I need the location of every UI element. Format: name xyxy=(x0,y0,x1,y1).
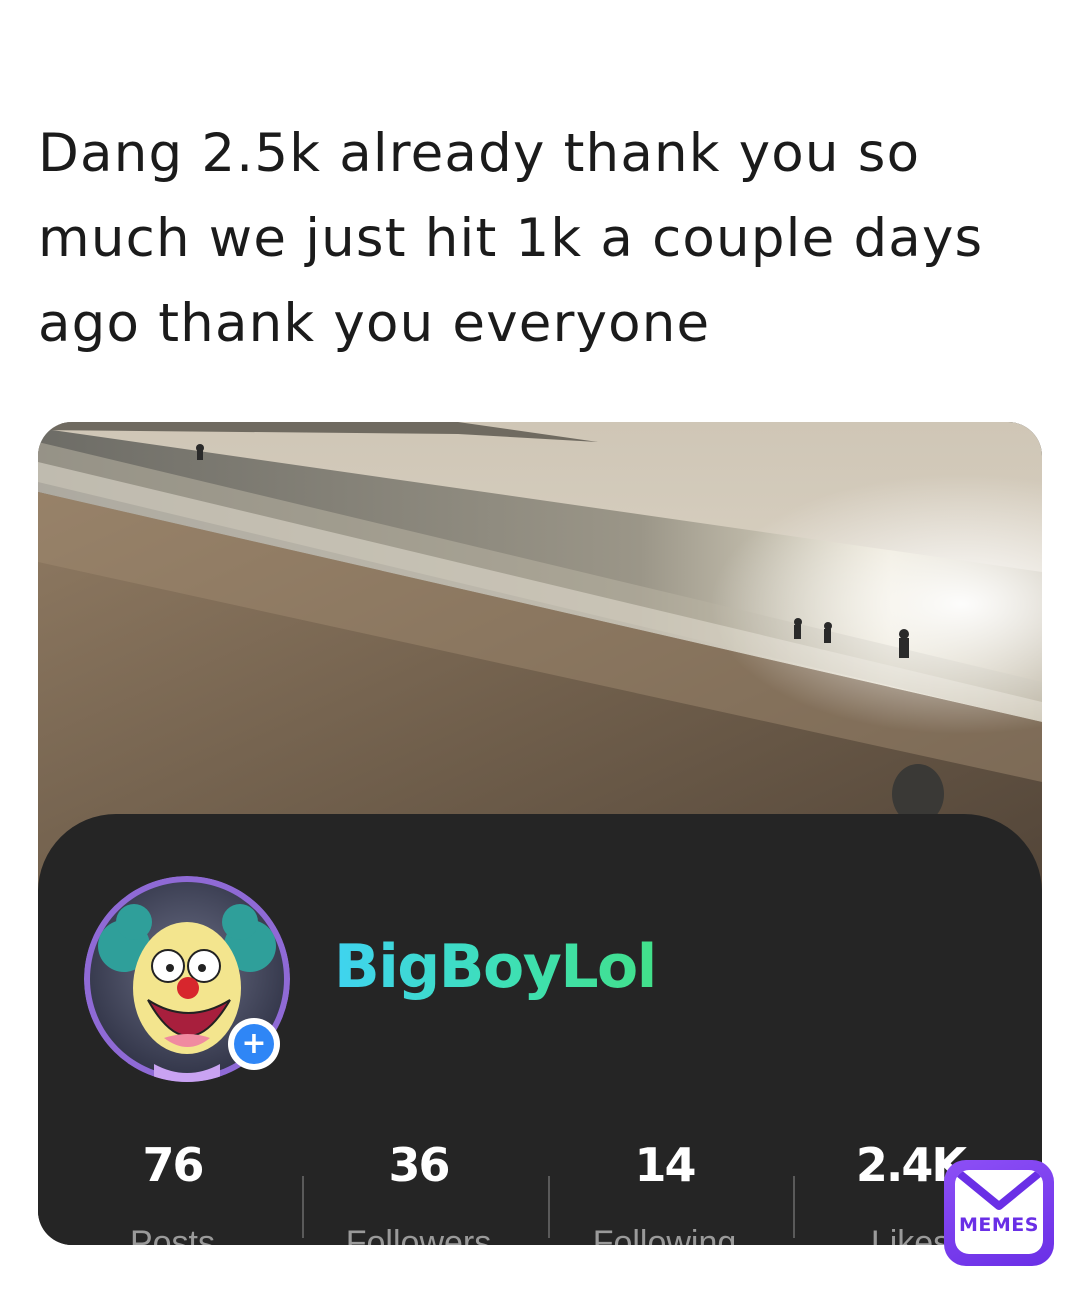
post-caption: Dang 2.5k already thank you so much we j… xyxy=(38,123,984,354)
stat-following-label: Following xyxy=(592,1224,737,1245)
stat-followers-label: Followers xyxy=(345,1224,492,1245)
profile-panel: + BigBoyLol 76 Posts 36 Followers 14 Fol… xyxy=(38,814,1042,1245)
add-profile-button[interactable]: + xyxy=(228,1018,280,1070)
screenshot-card: + BigBoyLol 76 Posts 36 Followers 14 Fol… xyxy=(38,422,1042,1245)
stat-posts[interactable]: 76 Posts xyxy=(50,1132,295,1245)
stat-followers[interactable]: 36 Followers xyxy=(296,1132,541,1245)
envelope-icon: MEMES xyxy=(955,1170,1043,1254)
memes-watermark-logo[interactable]: MEMES xyxy=(944,1160,1054,1266)
stat-followers-value: 36 xyxy=(388,1138,450,1192)
stat-posts-value: 76 xyxy=(142,1138,204,1192)
envelope-flap-icon xyxy=(955,1170,1043,1210)
profile-username: BigBoyLol xyxy=(334,932,657,1002)
stat-following[interactable]: 14 Following xyxy=(542,1132,787,1245)
memes-watermark-label: MEMES xyxy=(959,1214,1039,1236)
plus-icon: + xyxy=(234,1024,274,1064)
stat-following-value: 14 xyxy=(634,1138,696,1192)
stat-posts-label: Posts xyxy=(129,1224,216,1245)
profile-stats: 76 Posts 36 Followers 14 Following 2.4K … xyxy=(38,1132,1042,1245)
